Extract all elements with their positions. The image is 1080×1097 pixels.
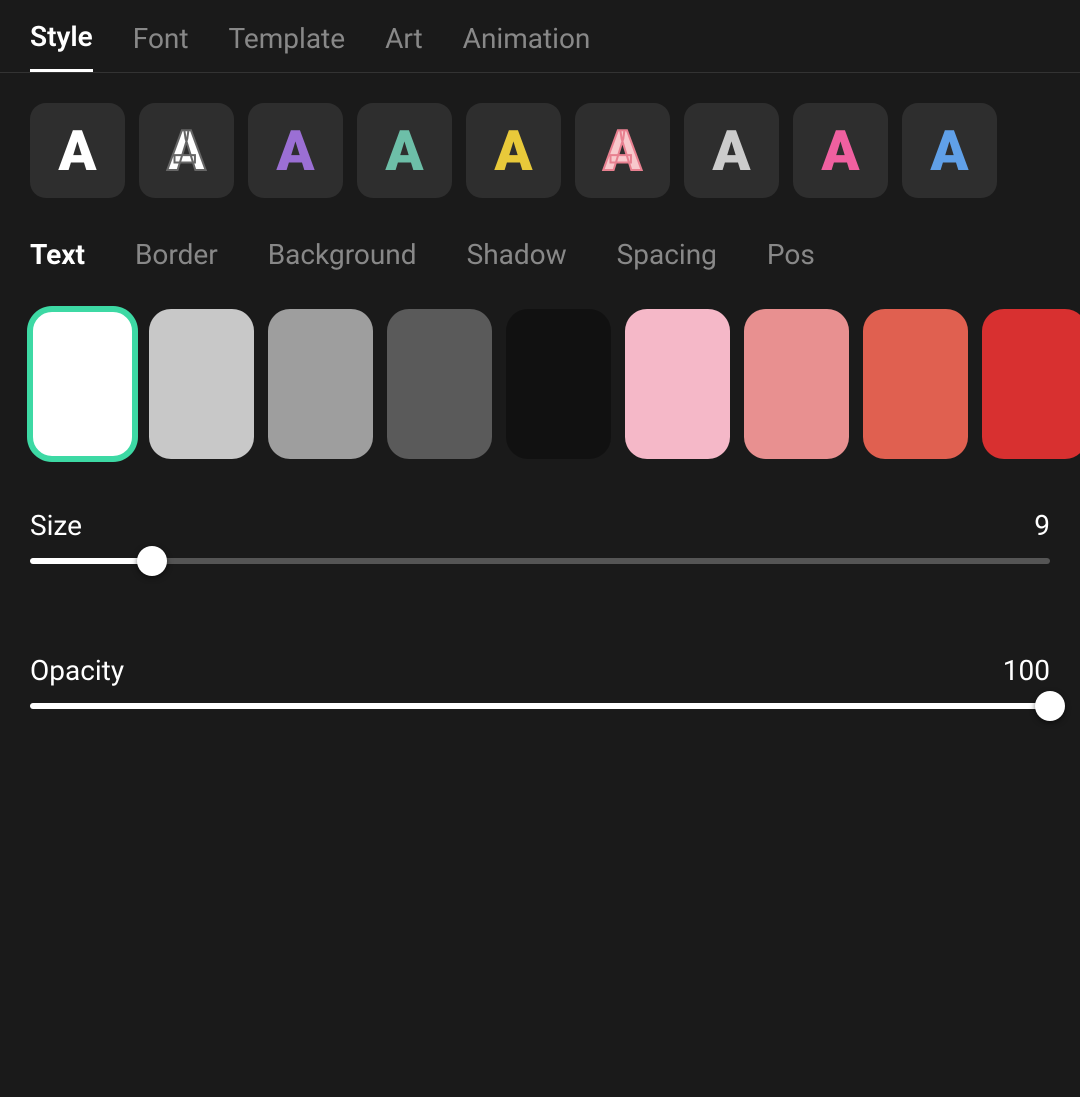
opacity-slider-header: Opacity 100 xyxy=(30,654,1050,687)
opacity-label: Opacity xyxy=(30,654,124,687)
font-style-item[interactable]: A xyxy=(139,103,234,198)
size-value: 9 xyxy=(1034,509,1050,542)
swatch-gray[interactable] xyxy=(268,309,373,459)
font-styles-row: A A A A A A A A A A xyxy=(0,73,1080,218)
sub-tabs: Text Border Background Shadow Spacing Po… xyxy=(0,228,1080,289)
top-nav: Style Font Template Art Animation xyxy=(0,0,1080,73)
swatch-lightpink[interactable] xyxy=(625,309,730,459)
nav-art[interactable]: Art xyxy=(385,22,423,71)
swatch-coral[interactable] xyxy=(863,309,968,459)
font-style-item[interactable]: A xyxy=(684,103,779,198)
sub-tab-background[interactable]: Background xyxy=(268,238,417,279)
sub-tab-shadow[interactable]: Shadow xyxy=(467,238,567,279)
nav-animation[interactable]: Animation xyxy=(463,22,591,71)
sub-tab-spacing[interactable]: Spacing xyxy=(617,238,717,279)
font-style-item[interactable]: A xyxy=(575,103,670,198)
font-style-item[interactable]: A xyxy=(902,103,997,198)
sub-tab-pos[interactable]: Pos xyxy=(767,238,815,279)
nav-style[interactable]: Style xyxy=(30,20,93,72)
opacity-slider-thumb[interactable] xyxy=(1035,691,1065,721)
font-style-item[interactable]: A xyxy=(30,103,125,198)
font-style-item[interactable]: A xyxy=(793,103,888,198)
font-style-item[interactable]: A xyxy=(248,103,343,198)
size-slider-track[interactable] xyxy=(30,558,1050,564)
sub-tab-border[interactable]: Border xyxy=(135,238,218,279)
size-slider-thumb[interactable] xyxy=(137,546,167,576)
size-slider-section: Size 9 xyxy=(0,489,1080,624)
nav-template[interactable]: Template xyxy=(229,22,346,71)
size-label: Size xyxy=(30,509,82,542)
font-style-item[interactable]: A xyxy=(357,103,452,198)
swatch-salmon[interactable] xyxy=(744,309,849,459)
swatch-lightgray[interactable] xyxy=(149,309,254,459)
opacity-slider-section: Opacity 100 xyxy=(0,634,1080,769)
size-slider-fill xyxy=(30,558,152,564)
opacity-slider-track[interactable] xyxy=(30,703,1050,709)
sub-tab-text[interactable]: Text xyxy=(30,238,85,279)
swatch-red[interactable] xyxy=(982,309,1080,459)
swatch-darkgray[interactable] xyxy=(387,309,492,459)
color-swatches xyxy=(0,289,1080,479)
font-style-item[interactable]: A xyxy=(466,103,561,198)
opacity-value: 100 xyxy=(1003,654,1050,687)
opacity-slider-fill xyxy=(30,703,1050,709)
swatch-black[interactable] xyxy=(506,309,611,459)
size-slider-header: Size 9 xyxy=(30,509,1050,542)
swatch-white[interactable] xyxy=(30,309,135,459)
nav-font[interactable]: Font xyxy=(133,22,189,71)
